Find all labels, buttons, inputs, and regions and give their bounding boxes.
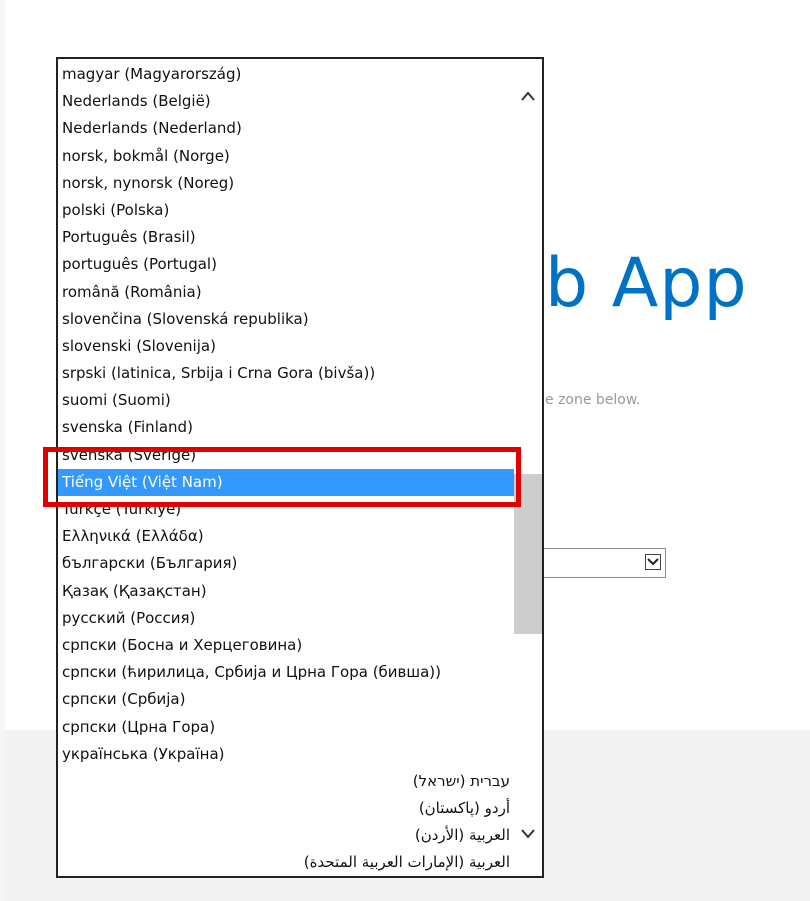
- language-option[interactable]: Nederlands (België): [58, 88, 514, 115]
- language-option[interactable]: polski (Polska): [58, 197, 514, 224]
- language-option[interactable]: أردو (پاکستان): [58, 795, 514, 822]
- language-option[interactable]: български (България): [58, 550, 514, 577]
- language-option[interactable]: српски (Србија): [58, 686, 514, 713]
- language-option[interactable]: Türkçe (Türkiye): [58, 496, 514, 523]
- language-option[interactable]: magyar (Magyarország): [58, 61, 514, 88]
- chevron-down-icon[interactable]: [645, 554, 661, 570]
- language-option[interactable]: română (România): [58, 279, 514, 306]
- language-option[interactable]: srpski (latinica, Srbija i Crna Gora (bi…: [58, 360, 514, 387]
- timezone-instruction: e zone below.: [545, 392, 641, 408]
- language-option[interactable]: svenska (Finland): [58, 414, 514, 441]
- language-option[interactable]: русский (Россия): [58, 605, 514, 632]
- language-option[interactable]: Nederlands (Nederland): [58, 115, 514, 142]
- language-option[interactable]: српски (Црна Гора): [58, 714, 514, 741]
- timezone-select[interactable]: [540, 548, 666, 578]
- language-option[interactable]: українська (Україна): [58, 741, 514, 768]
- scrollbar-thumb[interactable]: [514, 474, 542, 634]
- language-option[interactable]: slovenčina (Slovenská republika): [58, 306, 514, 333]
- language-dropdown-list[interactable]: magyar (Magyarország) Nederlands (België)…: [56, 57, 544, 878]
- language-option[interactable]: العربية (الإمارات العربية المتحدة): [58, 849, 514, 876]
- language-option[interactable]: עברית (ישראל): [58, 768, 514, 795]
- language-option[interactable]: српски (ћирилица, Србија и Црна Гора (би…: [58, 659, 514, 686]
- language-options: magyar (Magyarország) Nederlands (België)…: [58, 61, 514, 876]
- language-option[interactable]: português (Portugal): [58, 251, 514, 278]
- language-option[interactable]: norsk, bokmål (Norge): [58, 143, 514, 170]
- language-option[interactable]: Português (Brasil): [58, 224, 514, 251]
- language-option[interactable]: Қазақ (Қазақстан): [58, 578, 514, 605]
- language-option[interactable]: Ελληνικά (Ελλάδα): [58, 523, 514, 550]
- app-title: b App: [545, 244, 748, 323]
- language-option[interactable]: српски (Босна и Херцеговина): [58, 632, 514, 659]
- chevron-down-icon[interactable]: [520, 825, 536, 844]
- language-option[interactable]: العربية (الأردن): [58, 822, 514, 849]
- language-option[interactable]: norsk, nynorsk (Noreg): [58, 170, 514, 197]
- language-option[interactable]: suomi (Suomi): [58, 387, 514, 414]
- dropdown-scrollbar[interactable]: [514, 59, 542, 876]
- language-option[interactable]: slovenski (Slovenija): [58, 333, 514, 360]
- chevron-up-icon[interactable]: [520, 87, 536, 106]
- language-option[interactable]: Tiếng Việt (Việt Nam): [58, 468, 514, 496]
- language-option[interactable]: svenska (Sverige): [58, 442, 514, 469]
